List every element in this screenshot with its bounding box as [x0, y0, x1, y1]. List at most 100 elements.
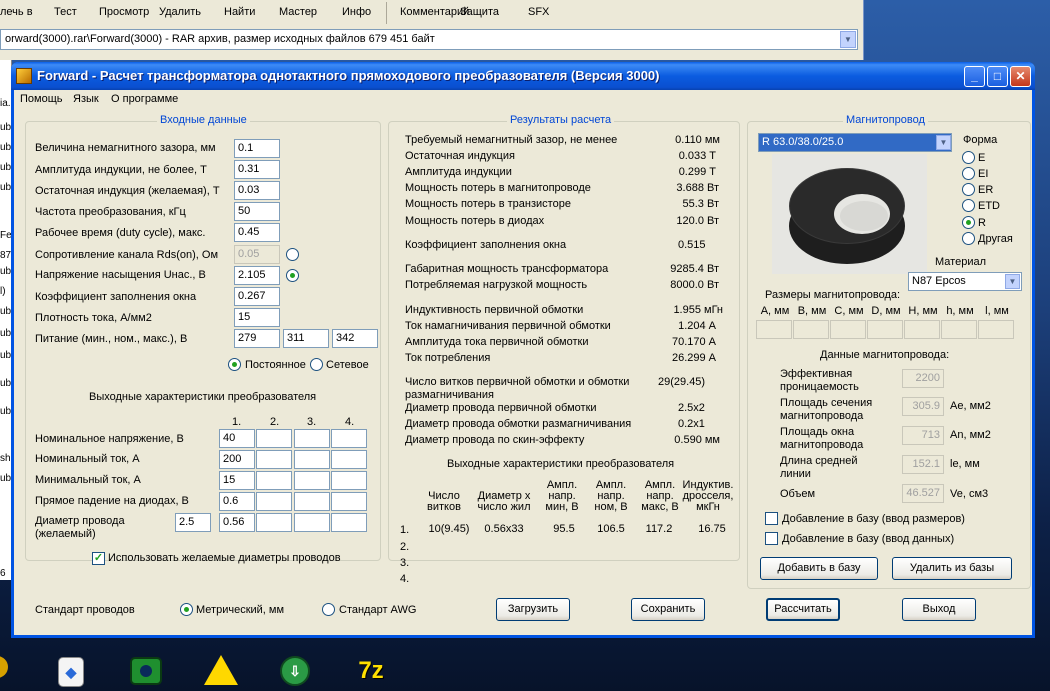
nominal-voltage-3[interactable] [294, 429, 330, 448]
dc-radio[interactable] [228, 358, 241, 371]
toolbar-find-button[interactable]: Найти [224, 6, 255, 18]
maximize-button[interactable]: □ [987, 66, 1008, 87]
wire-diameter-4[interactable] [331, 513, 367, 532]
wire-diameter-2[interactable] [256, 513, 292, 532]
min-current-4[interactable] [331, 471, 367, 490]
dim-b-input[interactable] [793, 320, 829, 339]
le-value[interactable]: 152.1 [902, 455, 944, 474]
supply-min-input[interactable]: 279 [234, 329, 280, 348]
add-to-db-button[interactable]: Добавить в базу [760, 557, 878, 580]
ve-label: Объем [780, 488, 816, 500]
gap-input[interactable]: 0.1 [234, 139, 280, 158]
download-icon[interactable]: ⇩ [280, 656, 310, 686]
awg-radio[interactable] [322, 603, 335, 616]
add-data-checkbox[interactable] [765, 532, 778, 545]
ve-value[interactable]: 46.527 [902, 484, 944, 503]
rds-on-input[interactable]: 0.05 [234, 245, 280, 264]
shape-other-radio[interactable] [962, 232, 975, 245]
ae-value[interactable]: 305.9 [902, 397, 944, 416]
dim-d-input[interactable] [867, 320, 903, 339]
load-button[interactable]: Загрузить [496, 598, 570, 621]
current-density-input[interactable]: 15 [234, 308, 280, 327]
wire-diameter-3[interactable] [294, 513, 330, 532]
toolbar-extract-button[interactable]: лечь в [0, 6, 33, 18]
chevron-down-icon[interactable]: ▼ [936, 135, 951, 150]
app-icon[interactable]: ◆ [58, 657, 84, 687]
duty-cycle-input[interactable]: 0.45 [234, 223, 280, 242]
toolbar-info-button[interactable]: Инфо [342, 6, 371, 18]
dim-H-input[interactable] [904, 320, 940, 339]
metric-radio[interactable] [180, 603, 193, 616]
nominal-current-2[interactable] [256, 450, 292, 469]
dim-h-input[interactable] [941, 320, 977, 339]
calculate-button[interactable]: Рассчитать [766, 598, 840, 621]
toolbar-sfx-button[interactable]: SFX [528, 6, 549, 18]
min-current-3[interactable] [294, 471, 330, 490]
warning-icon[interactable] [204, 655, 238, 685]
toolbar-delete-button[interactable]: Удалить [159, 6, 201, 18]
nominal-current-3[interactable] [294, 450, 330, 469]
dim-c-input[interactable] [830, 320, 866, 339]
ac-radio[interactable] [310, 358, 323, 371]
usat-input[interactable]: 2.105 [234, 266, 280, 285]
chevron-down-icon[interactable]: ▼ [840, 31, 856, 48]
menu-about[interactable]: О программе [111, 93, 178, 105]
an-value[interactable]: 713 [902, 426, 944, 445]
residual-induction-input[interactable]: 0.03 [234, 181, 280, 200]
menu-language[interactable]: Язык [73, 93, 99, 105]
min-current-1[interactable]: 15 [219, 471, 255, 490]
res-diode-loss-label: Мощность потерь в диодах [405, 215, 545, 227]
window-fill-input[interactable]: 0.267 [234, 287, 280, 306]
menu-help[interactable]: Помощь [20, 93, 63, 105]
ae-unit: Ae, мм2 [950, 400, 991, 412]
shape-ei-radio[interactable] [962, 167, 975, 180]
camera-icon[interactable] [130, 657, 162, 685]
toolbar-test-button[interactable]: Тест [54, 6, 77, 18]
wire-diameter-1[interactable]: 0.56 [219, 513, 255, 532]
nominal-voltage-4[interactable] [331, 429, 367, 448]
shape-er-radio[interactable] [962, 183, 975, 196]
toolbar-wizard-button[interactable]: Мастер [279, 6, 317, 18]
shape-e-radio[interactable] [962, 151, 975, 164]
search-icon[interactable] [0, 656, 8, 678]
use-desired-checkbox[interactable]: ✓ [92, 552, 105, 565]
diode-drop-2[interactable] [256, 492, 292, 511]
sevenzip-icon[interactable]: 7z [354, 654, 388, 688]
exit-button[interactable]: Выход [902, 598, 976, 621]
minimize-button[interactable]: _ [964, 66, 985, 87]
hdr-turns: Число витков [427, 490, 461, 513]
nominal-current-4[interactable] [331, 450, 367, 469]
dim-l-input[interactable] [978, 320, 1014, 339]
shape-r-radio[interactable] [962, 216, 975, 229]
dim-a-input[interactable] [756, 320, 792, 339]
archive-path-field[interactable]: orward(3000).rar\Forward(3000) - RAR арх… [0, 29, 858, 50]
wire-diameter-extra[interactable]: 2.5 [175, 513, 211, 532]
min-current-2[interactable] [256, 471, 292, 490]
nominal-current-1[interactable]: 200 [219, 450, 255, 469]
nominal-voltage-2[interactable] [256, 429, 292, 448]
diode-drop-1[interactable]: 0.6 [219, 492, 255, 511]
rds-on-radio[interactable] [286, 248, 299, 261]
toolbar-view-button[interactable]: Просмотр [99, 6, 149, 18]
frequency-input[interactable]: 50 [234, 202, 280, 221]
save-button[interactable]: Сохранить [631, 598, 705, 621]
supply-max-input[interactable]: 342 [332, 329, 378, 348]
res-output-title: Выходные характеристики преобразователя [447, 458, 675, 470]
supply-nom-input[interactable]: 311 [283, 329, 329, 348]
ae-label: Площадь сечения магнитопровода [780, 397, 873, 422]
close-button[interactable]: ✕ [1010, 66, 1031, 87]
delete-from-db-button[interactable]: Удалить из базы [892, 557, 1012, 580]
title-bar[interactable]: Forward - Расчет трансформатора однотакт… [11, 62, 1035, 90]
add-dims-checkbox[interactable] [765, 512, 778, 525]
chevron-down-icon[interactable]: ▼ [1005, 274, 1020, 289]
usat-radio[interactable] [286, 269, 299, 282]
toolbar-comment-button[interactable]: Комментарий [400, 6, 469, 18]
shape-etd-radio[interactable] [962, 199, 975, 212]
induction-amp-input[interactable]: 0.31 [234, 160, 280, 179]
nominal-voltage-1[interactable]: 40 [219, 429, 255, 448]
core-type-select[interactable]: R 63.0/38.0/25.0 [758, 133, 952, 152]
permeability-value[interactable]: 2200 [902, 369, 944, 388]
diode-drop-4[interactable] [331, 492, 367, 511]
toolbar-protect-button[interactable]: Защита [460, 6, 499, 18]
diode-drop-3[interactable] [294, 492, 330, 511]
